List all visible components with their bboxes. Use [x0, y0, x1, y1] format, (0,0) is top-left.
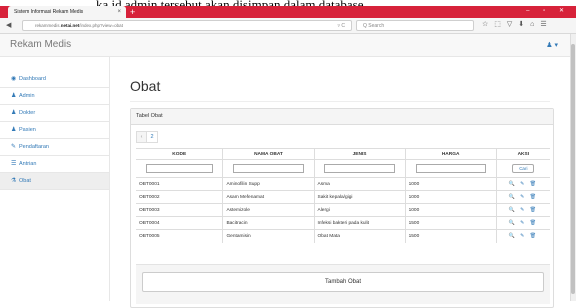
page-title: Obat [130, 78, 161, 94]
column-header-nama[interactable]: NAMA OBAT [222, 148, 315, 160]
cell-harga: 1000 [404, 190, 497, 204]
url-path: /index.php?view=obat [79, 23, 123, 28]
table-row: OBT0003 Astemizole Alergi 1000 🔍 ✎ 🗑 [136, 203, 550, 217]
tab-close-icon[interactable]: × [117, 6, 121, 18]
app-navbar: Rekam Medis ♟ ▾ [0, 34, 570, 57]
sidebar-item-pendaftaran[interactable]: ✎ Pendaftaran [0, 139, 109, 156]
table-row: OBT0005 Gentamisin Obat Mata 1500 🔍 ✎ 🗑 [136, 229, 550, 243]
scrollbar[interactable] [570, 34, 576, 301]
table-row: OBT0004 Bacitracin Infeksi bakteri pada … [136, 216, 550, 230]
toolbar-icons[interactable]: ☆⬚▽⬇⌂☰ [482, 20, 553, 28]
sidebar-item-pasien[interactable]: ♟ Pasien [0, 122, 109, 139]
sidebar-item-label: Admin [19, 93, 35, 99]
add-obat-button[interactable]: Tambah Obat [142, 272, 544, 292]
user-icon: ♟ [11, 110, 17, 116]
row-actions[interactable]: 🔍 ✎ 🗑 [495, 216, 550, 230]
obat-panel: Tabel Obat ‹ 2 KODE NAMA OBAT JENIS HARG… [130, 108, 554, 308]
column-header-jenis[interactable]: JENIS [313, 148, 406, 160]
pagination: ‹ 2 [136, 131, 158, 143]
pager-page-2[interactable]: 2 [147, 131, 158, 143]
url-prefix: rekammedis. [35, 23, 61, 28]
divider [130, 101, 550, 102]
table-row: OBT0001 Aminofilin Supp Asma 1000 🔍 ✎ 🗑 [136, 177, 550, 191]
cell-harga: 1000 [404, 177, 497, 191]
main-content: Obat Tabel Obat ‹ 2 KODE NAMA OBAT JENIS… [110, 57, 570, 308]
browser-tab[interactable]: Sistem Informasi Rekam Medis × [8, 6, 126, 18]
browser-tabbar: Sistem Informasi Rekam Medis × + – ▫ ✕ [0, 6, 576, 18]
filter-nama-input[interactable] [233, 164, 304, 173]
pencil-icon: ✎ [11, 144, 17, 150]
filter-harga-input[interactable] [415, 164, 486, 173]
cell-kode: OBT0005 [136, 229, 223, 243]
sidebar-item-dokter[interactable]: ♟ Dokter [0, 105, 109, 122]
sidebar-item-label: Dokter [19, 110, 36, 116]
window-controls[interactable]: – ▫ ✕ [526, 7, 570, 14]
cell-nama: Astemizole [222, 203, 315, 217]
cell-jenis: Sakit kepala/gigi [313, 190, 406, 204]
row-actions[interactable]: 🔍 ✎ 🗑 [495, 177, 550, 191]
new-tab-icon[interactable]: + [130, 7, 135, 17]
sidebar-item-admin[interactable]: ♟ Admin [0, 88, 109, 105]
row-actions[interactable]: 🔍 ✎ 🗑 [495, 190, 550, 204]
sidebar-item-label: Obat [19, 178, 31, 184]
cell-kode: OBT0002 [136, 190, 223, 204]
reload-icon[interactable]: ▿ C [337, 21, 345, 31]
back-icon[interactable]: ◀ [6, 21, 11, 29]
scrollbar-thumb[interactable] [571, 44, 575, 294]
cell-jenis: Alergi [313, 203, 406, 217]
sidebar-item-label: Pasien [19, 127, 36, 133]
filter-jenis-input[interactable] [324, 164, 395, 173]
dashboard-icon: ◉ [11, 76, 17, 82]
brand-title[interactable]: Rekam Medis [10, 39, 71, 50]
filter-kode-input[interactable] [145, 164, 213, 173]
obat-table: KODE NAMA OBAT JENIS HARGA AKSI Cari OBT… [136, 148, 550, 243]
panel-title: Tabel Obat [131, 109, 553, 125]
filter-row: Cari [136, 159, 550, 178]
column-header-aksi: AKSI [495, 148, 550, 160]
panel-footer: Tambah Obat [136, 264, 550, 304]
list-icon: ☰ [11, 161, 17, 167]
users-icon: ♟ [11, 127, 17, 133]
tab-title: Sistem Informasi Rekam Medis [14, 9, 84, 15]
cell-jenis: Obat Mata [313, 229, 406, 243]
cell-kode: OBT0003 [136, 203, 223, 217]
sidebar-item-label: Dashboard [19, 76, 46, 82]
sidebar-item-obat[interactable]: ⚗ Obat [0, 173, 109, 190]
row-actions[interactable]: 🔍 ✎ 🗑 [495, 229, 550, 243]
user-menu-icon[interactable]: ♟ ▾ [546, 41, 558, 49]
cell-jenis: Infeksi bakteri pada kulit [313, 216, 406, 230]
cell-kode: OBT0001 [136, 177, 223, 191]
cell-harga: 1000 [404, 203, 497, 217]
sidebar-item-label: Pendaftaran [19, 144, 49, 150]
row-actions[interactable]: 🔍 ✎ 🗑 [495, 203, 550, 217]
cell-nama: Asam Mefenamat [222, 190, 315, 204]
pager-prev[interactable]: ‹ [136, 131, 147, 143]
sidebar-item-dashboard[interactable]: ◉ Dashboard [0, 71, 109, 88]
cell-nama: Gentamisin [222, 229, 315, 243]
cell-harga: 1500 [404, 216, 497, 230]
browser-navbar: ◀ rekammedis.netai.net/index.php?view=ob… [0, 18, 576, 34]
cell-jenis: Asma [313, 177, 406, 191]
table-row: OBT0002 Asam Mefenamat Sakit kepala/gigi… [136, 190, 550, 204]
search-button[interactable]: Cari [512, 164, 535, 173]
cell-kode: OBT0004 [136, 216, 223, 230]
cell-harga: 1500 [404, 229, 497, 243]
url-bar[interactable]: rekammedis.netai.net/index.php?view=obat… [22, 20, 352, 31]
column-header-harga[interactable]: HARGA [404, 148, 497, 160]
column-header-kode[interactable]: KODE [136, 148, 223, 160]
url-domain: netai.net [60, 23, 80, 28]
browser-search-input[interactable]: Q Search [356, 20, 474, 31]
sidebar: ◉ Dashboard ♟ Admin ♟ Dokter ♟ Pasien ✎ Penda… [0, 57, 110, 301]
user-icon: ♟ [11, 93, 17, 99]
cell-nama: Aminofilin Supp [222, 177, 315, 191]
sidebar-item-label: Antrian [19, 161, 37, 167]
cell-nama: Bacitracin [222, 216, 315, 230]
sidebar-item-antrian[interactable]: ☰ Antrian [0, 156, 109, 173]
flask-icon: ⚗ [11, 178, 17, 184]
